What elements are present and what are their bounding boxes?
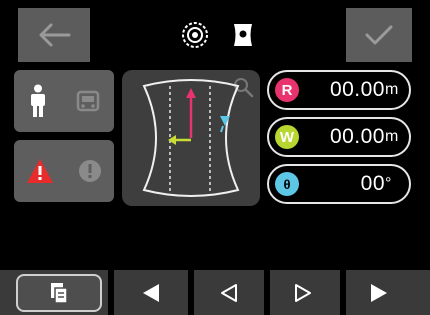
first-triangle-icon [143, 284, 159, 302]
separator [188, 270, 194, 315]
checkmark-icon [365, 25, 393, 45]
copy-icon [51, 283, 68, 304]
last-button[interactable] [346, 274, 412, 312]
shield-block-icon[interactable] [231, 22, 255, 48]
shape-preview-panel [122, 70, 260, 206]
back-button[interactable] [18, 8, 90, 62]
angle-value: 00 [360, 172, 385, 195]
copy-button[interactable] [16, 274, 102, 312]
arrow-left-icon [39, 23, 71, 47]
confirm-button[interactable] [346, 8, 412, 62]
next-button[interactable] [270, 274, 336, 312]
navigation-bar [0, 270, 430, 315]
next-triangle-outline-icon [295, 284, 311, 302]
radius-badge: R [275, 78, 299, 102]
side-panel [14, 70, 114, 204]
width-value: 00.00 [329, 125, 385, 148]
angle-badge: θ [275, 172, 299, 196]
width-unit: m [385, 128, 399, 145]
person-icon [31, 84, 45, 117]
warning-triangle-icon [27, 159, 53, 183]
screen: R 00.00 m W 00.00 m θ 00 ° [0, 0, 430, 315]
alert-info-toggle[interactable] [14, 140, 114, 202]
angle-unit: ° [385, 175, 392, 192]
first-button[interactable] [118, 274, 184, 312]
radius-readout[interactable]: R 00.00 m [267, 70, 411, 110]
vehicle-icon [76, 90, 100, 112]
mode-selector [92, 8, 344, 62]
angle-readout[interactable]: θ 00 ° [267, 164, 411, 204]
radius-unit: m [385, 81, 399, 98]
last-triangle-icon [371, 284, 387, 302]
target-ring-icon[interactable] [181, 21, 209, 49]
info-circle-icon [79, 160, 101, 182]
separator [108, 270, 114, 315]
previous-button[interactable] [196, 274, 262, 312]
prev-triangle-outline-icon [221, 284, 237, 302]
user-vehicle-toggle[interactable] [14, 70, 114, 132]
width-readout[interactable]: W 00.00 m [267, 117, 411, 157]
width-badge: W [275, 125, 299, 149]
work-area-diagram [142, 79, 240, 197]
radius-value: 00.00 [329, 78, 385, 101]
